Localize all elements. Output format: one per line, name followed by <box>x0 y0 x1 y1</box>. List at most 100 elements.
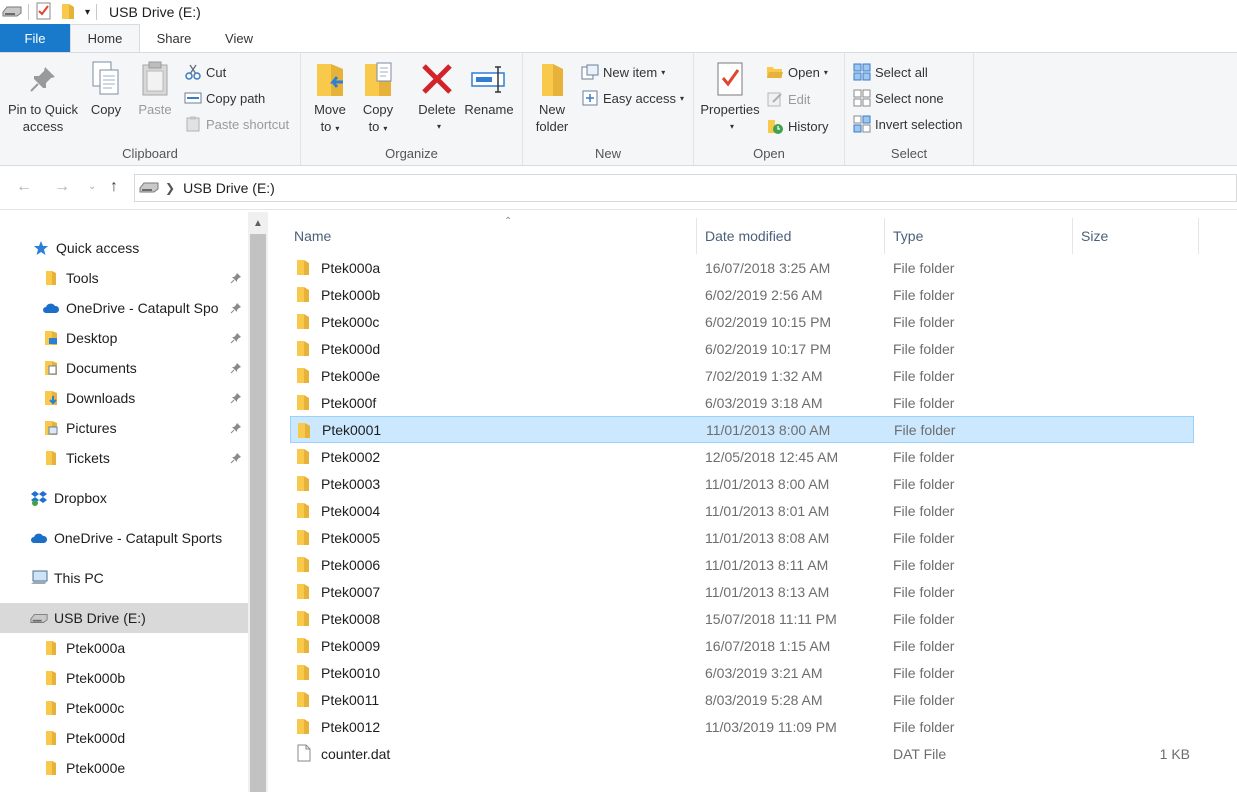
pin-icon[interactable] <box>230 331 242 347</box>
table-row[interactable]: Ptek0009 16/07/2018 1:15 AM File folder <box>290 632 1194 659</box>
up-arrow-icon[interactable]: ↑ <box>110 178 118 196</box>
copy-to-label-line2: to ▾ <box>369 118 388 137</box>
address-bar[interactable]: ❯ USB Drive (E:) <box>134 174 1237 202</box>
pin-icon[interactable] <box>230 301 242 317</box>
table-row[interactable]: Ptek000a 16/07/2018 3:25 AM File folder <box>290 254 1194 281</box>
column-header-name[interactable]: ⌃ Name <box>286 216 697 254</box>
pin-to-quick-access-button[interactable]: Pin to Quick access <box>6 57 80 135</box>
move-to-button[interactable]: Move to ▾ <box>309 57 351 137</box>
file-type: File folder <box>893 529 955 546</box>
column-header-date[interactable]: Date modified <box>697 218 885 254</box>
desktop-folder-icon <box>42 329 60 347</box>
select-all-button[interactable]: Select all <box>853 61 928 83</box>
scroll-up-arrow-icon[interactable]: ▲ <box>248 212 268 234</box>
delete-button[interactable]: Delete ▾ <box>415 57 459 135</box>
tab-share[interactable]: Share <box>140 24 208 52</box>
dropbox-icon <box>30 489 48 507</box>
sidebar-item-this-pc[interactable]: This PC <box>0 563 248 593</box>
column-header-size[interactable]: Size <box>1073 218 1199 254</box>
paste-button[interactable]: Paste <box>134 57 176 118</box>
table-row[interactable]: Ptek0012 11/03/2019 11:09 PM File folder <box>290 713 1194 740</box>
table-row[interactable]: Ptek0011 8/03/2019 5:28 AM File folder <box>290 686 1194 713</box>
folder-icon <box>296 501 314 519</box>
sidebar-item-dropbox[interactable]: Dropbox <box>0 483 248 513</box>
table-row[interactable]: Ptek000d 6/02/2019 10:17 PM File folder <box>290 335 1194 362</box>
breadcrumb-chevron-icon[interactable]: ❯ <box>165 181 175 195</box>
new-folder-qat-icon[interactable] <box>61 2 75 23</box>
rename-button[interactable]: Rename <box>463 57 515 118</box>
copy-path-button[interactable]: Copy path <box>184 87 265 109</box>
sidebar-item-ptek000e[interactable]: Ptek000e <box>0 753 248 783</box>
table-row[interactable]: Ptek0010 6/03/2019 3:21 AM File folder <box>290 659 1194 686</box>
table-row[interactable]: Ptek000c 6/02/2019 10:15 PM File folder <box>290 308 1194 335</box>
navigation-bar: ← → ⌄ ↑ ❯ USB Drive (E:) <box>0 166 1237 210</box>
pin-icon[interactable] <box>230 271 242 287</box>
tab-view[interactable]: View <box>208 24 270 52</box>
copy-to-button[interactable]: Copy to ▾ <box>357 57 399 137</box>
sidebar-item-onedrive[interactable]: OneDrive - Catapult Sports <box>0 523 248 553</box>
table-row[interactable]: Ptek0003 11/01/2013 8:00 AM File folder <box>290 470 1194 497</box>
sidebar-item-desktop[interactable]: Desktop <box>0 323 248 353</box>
sidebar-item-ptek000d[interactable]: Ptek000d <box>0 723 248 753</box>
table-row[interactable]: Ptek0007 11/01/2013 8:13 AM File folder <box>290 578 1194 605</box>
scrollbar-thumb[interactable] <box>250 234 266 792</box>
sidebar-item-usb-drive[interactable]: USB Drive (E:) <box>0 603 248 633</box>
table-row[interactable]: Ptek0002 12/05/2018 12:45 AM File folder <box>290 443 1194 470</box>
tab-home[interactable]: Home <box>70 24 140 52</box>
sidebar-item-tools[interactable]: Tools <box>0 263 248 293</box>
invert-selection-button[interactable]: Invert selection <box>853 113 962 135</box>
paste-shortcut-button[interactable]: Paste shortcut <box>184 113 289 135</box>
properties-qat-icon[interactable] <box>35 2 53 23</box>
table-row[interactable]: Ptek0005 11/01/2013 8:08 AM File folder <box>290 524 1194 551</box>
sidebar-item-ptek000b[interactable]: Ptek000b <box>0 663 248 693</box>
table-row[interactable]: Ptek000f 6/03/2019 3:18 AM File folder <box>290 389 1194 416</box>
customize-qat-dropdown[interactable]: ▾ <box>85 7 90 18</box>
sidebar-item-onedrive-pinned[interactable]: OneDrive - Catapult Spo <box>0 293 248 323</box>
properties-button[interactable]: Properties ▾ <box>698 57 762 135</box>
edit-button[interactable]: Edit <box>766 88 810 110</box>
open-button[interactable]: Open ▾ <box>766 61 828 83</box>
select-none-button[interactable]: Select none <box>853 87 944 109</box>
table-row[interactable]: Ptek0006 11/01/2013 8:11 AM File folder <box>290 551 1194 578</box>
table-row[interactable]: Ptek000e 7/02/2019 1:32 AM File folder <box>290 362 1194 389</box>
file-name: Ptek000e <box>321 367 381 384</box>
new-item-button[interactable]: New item ▾ <box>581 61 665 83</box>
table-row[interactable]: Ptek0001 11/01/2013 8:00 AM File folder <box>290 416 1194 443</box>
breadcrumb-path[interactable]: USB Drive (E:) <box>183 180 275 196</box>
clipboard-group: Pin to Quick access Copy Paste Cut Copy … <box>0 53 301 165</box>
pin-icon[interactable] <box>230 421 242 437</box>
forward-arrow-icon[interactable]: → <box>54 178 70 196</box>
copy-label: Copy <box>90 102 122 117</box>
sidebar-item-ptek000c[interactable]: Ptek000c <box>0 693 248 723</box>
cut-button[interactable]: Cut <box>184 61 226 83</box>
pin-icon[interactable] <box>230 391 242 407</box>
table-row[interactable]: counter.dat DAT File 1 KB <box>290 740 1194 767</box>
table-row[interactable]: Ptek0004 11/01/2013 8:01 AM File folder <box>290 497 1194 524</box>
file-name: Ptek0011 <box>321 691 380 708</box>
file-name: Ptek0010 <box>321 664 381 681</box>
pin-icon[interactable] <box>230 361 242 377</box>
sidebar-item-downloads[interactable]: Downloads <box>0 383 248 413</box>
back-arrow-icon[interactable]: ← <box>16 178 32 196</box>
tab-file[interactable]: File <box>0 24 70 52</box>
sidebar-item-documents[interactable]: Documents <box>0 353 248 383</box>
pin-icon[interactable] <box>230 451 242 467</box>
sidebar-item-quick-access[interactable]: Quick access <box>0 233 248 263</box>
history-button[interactable]: History <box>766 115 828 137</box>
navigation-pane: Quick access Tools OneDrive - Catapult S… <box>0 212 248 792</box>
new-group-label: New <box>594 146 621 161</box>
sidebar-scrollbar[interactable]: ▲ <box>248 212 268 792</box>
open-group-label: Open <box>753 146 785 161</box>
table-row[interactable]: Ptek000b 6/02/2019 2:56 AM File folder <box>290 281 1194 308</box>
sidebar-item-tickets[interactable]: Tickets <box>0 443 248 473</box>
column-header-type[interactable]: Type <box>885 218 1073 254</box>
easy-access-button[interactable]: Easy access ▾ <box>581 87 684 109</box>
new-folder-button[interactable]: New folder <box>531 57 573 135</box>
sidebar-item-pictures[interactable]: Pictures <box>0 413 248 443</box>
sidebar-item-ptek000a[interactable]: Ptek000a <box>0 633 248 663</box>
ribbon-tabs: File Home Share View <box>0 24 1237 52</box>
copy-to-label-to: to <box>368 119 380 134</box>
table-row[interactable]: Ptek0008 15/07/2018 11:11 PM File folder <box>290 605 1194 632</box>
recent-locations-chevron-icon[interactable]: ⌄ <box>88 181 96 192</box>
copy-button[interactable]: Copy <box>86 57 126 118</box>
